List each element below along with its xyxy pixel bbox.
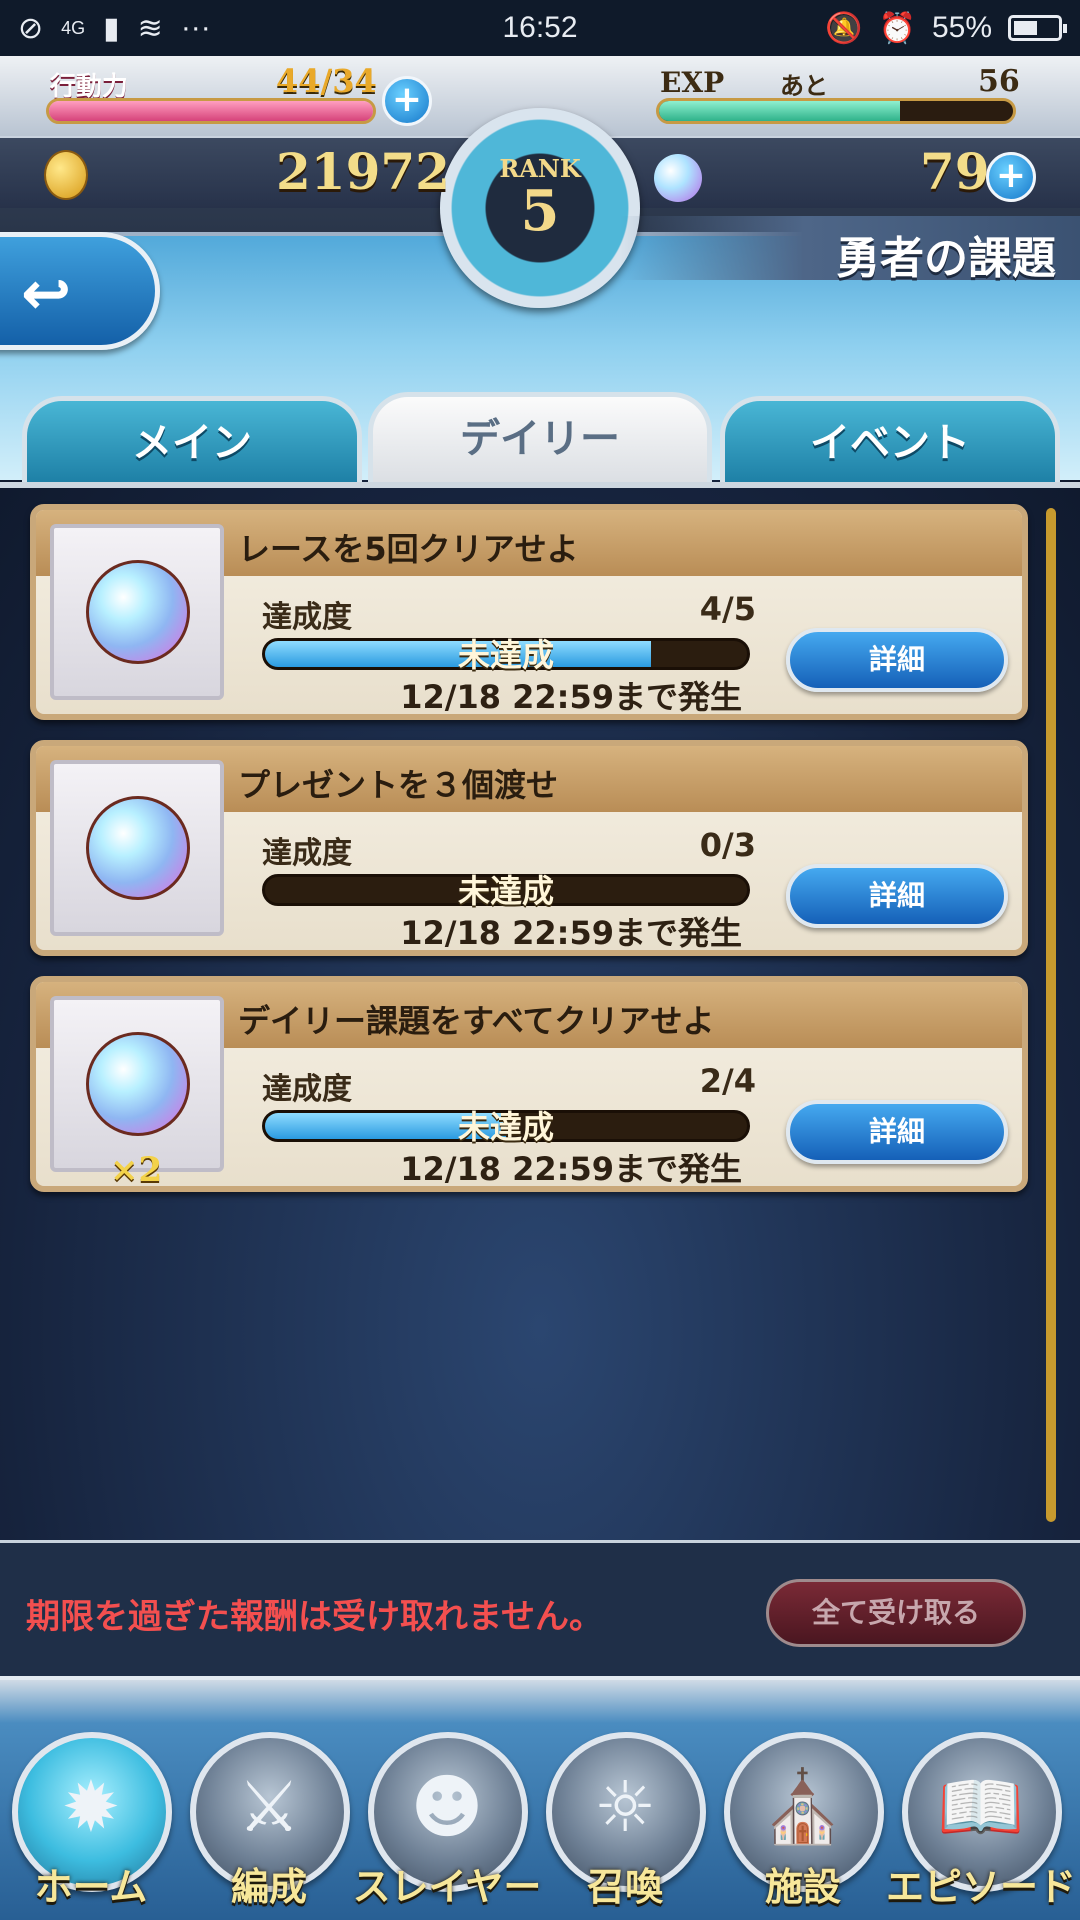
mission-deadline: 12/18 22:59まで発生 [400,678,742,716]
rank-medal: RANK 5 [440,108,640,308]
nav-slayer-label: スレイヤー [352,1865,542,1909]
back-arrow-icon: ↩ [21,259,72,329]
page-title: 勇者の課題 [836,233,1056,284]
mission-title: レースを5回クリアせよ [238,530,579,568]
detail-button[interactable]: 詳細 [786,628,1008,692]
clock: 16:52 [502,11,578,44]
nav-slayer[interactable]: ☻ スレイヤー [353,1732,541,1912]
battery-icon [1008,15,1067,41]
castle-icon: ⛪ [759,1766,847,1848]
tab-event-label: イベント [810,420,970,466]
mission-title: プレゼントを３個渡せ [238,766,559,804]
progress-status: 未達成 [457,872,554,910]
reward-icon-frame [50,524,224,700]
exp-remaining-value: 56 [978,64,1020,99]
network-icon: 4G [61,17,86,38]
page-title-banner: 勇者の課題 [620,216,1080,284]
claim-all-button[interactable]: 全て受け取る [766,1579,1026,1647]
notice-bar: 期限を過ぎた報酬は受け取れません。 全て受け取る [0,1540,1080,1676]
dnd-icon: ⊘ [18,11,44,45]
nav-summon-label: 召喚 [586,1865,663,1909]
mute-icon: 🔕 [825,11,863,45]
progress-count: 0/3 [699,826,756,864]
add-stamina-button[interactable]: + [382,76,432,126]
nav-episode-label: エピソード [886,1865,1077,1909]
stamina-gauge [46,98,376,124]
progress-status: 未達成 [457,636,554,674]
nav-home-label: ホーム [34,1865,148,1909]
orb-icon [654,154,702,202]
scrollbar[interactable] [1046,508,1056,1522]
mission-card: ×2 デイリー課題をすべてクリアせよ 達成度 2/4 未達成 12/18 22:… [30,976,1028,1192]
mission-card: プレゼントを３個渡せ 達成度 0/3 未達成 12/18 22:59まで発生 詳… [30,740,1028,956]
nav-facility[interactable]: ⛪ 施設 [718,1732,888,1912]
reward-icon-frame: ×2 [50,996,224,1190]
detail-button[interactable]: 詳細 [786,1100,1008,1164]
tab-event[interactable]: イベント [720,396,1060,484]
orb-reward-icon [86,1032,190,1136]
mission-card: レースを5回クリアせよ 達成度 4/5 未達成 12/18 22:59まで発生 … [30,504,1028,720]
bottom-navigation: ✹ ホーム ⚔ 編成 ☻ スレイヤー ☼ 召喚 ⛪ 施設 📖 エピソード [0,1676,1080,1920]
alarm-icon: ⏰ [878,11,916,45]
sun-icon: ☼ [593,1766,657,1848]
player-header: 行動力 44/34 + RANK 5 EXP あと 56 21972 79 + [0,56,1080,308]
mission-deadline: 12/18 22:59まで発生 [400,1150,742,1188]
reward-icon-frame [50,760,224,936]
back-button[interactable]: ↩ [0,232,160,350]
mission-title: デイリー課題をすべてクリアせよ [238,1002,715,1040]
tab-main-label: メイン [132,420,252,466]
map-icon: ✹ [61,1766,121,1848]
rank-value: 5 [520,178,560,244]
orb-count: 79 [920,142,990,201]
reward-quantity: ×2 [110,1150,163,1190]
tab-daily-label: デイリー [460,416,620,462]
add-orbs-button[interactable]: + [986,152,1036,202]
signal-icon: ▮ [103,11,120,45]
book-icon: 📖 [937,1766,1025,1848]
character-icon: ☻ [410,1766,484,1848]
nav-formation-label: 編成 [230,1865,307,1909]
mission-deadline: 12/18 22:59まで発生 [400,914,742,952]
more-icon: ··· [180,11,211,44]
nav-home[interactable]: ✹ ホーム [6,1732,176,1912]
sword-icon: ⚔ [237,1766,301,1848]
orb-reward-icon [86,560,190,664]
exp-remaining-label: あと [780,71,828,100]
tab-main[interactable]: メイン [22,396,362,484]
expiry-notice: 期限を過ぎた報酬は受け取れません。 [26,1597,603,1637]
tab-daily[interactable]: デイリー [368,392,712,488]
stamina-gauge-fill [49,101,373,121]
nav-episode[interactable]: 📖 エピソード [886,1732,1076,1912]
exp-gauge-fill [659,101,900,121]
battery-percent: 55% [931,11,992,44]
progress-count: 2/4 [699,1062,756,1100]
coin-icon [44,150,88,200]
orb-reward-icon [86,796,190,900]
stamina-value: 44/34 [276,62,377,100]
progress-count: 4/5 [699,590,756,628]
nav-facility-label: 施設 [764,1865,841,1909]
coin-count: 21972 [276,142,450,201]
nav-formation[interactable]: ⚔ 編成 [184,1732,354,1912]
nav-summon[interactable]: ☼ 召喚 [540,1732,710,1912]
tab-rail [0,482,1080,488]
exp-gauge [656,98,1016,124]
system-status-bar: ⊘ 4G ▮ ≋ ··· 16:52 🔕 ⏰ 55% [0,0,1080,56]
detail-button[interactable]: 詳細 [786,864,1008,928]
wifi-icon: ≋ [137,11,163,45]
exp-label: EXP [660,66,725,99]
progress-status: 未達成 [457,1108,554,1146]
